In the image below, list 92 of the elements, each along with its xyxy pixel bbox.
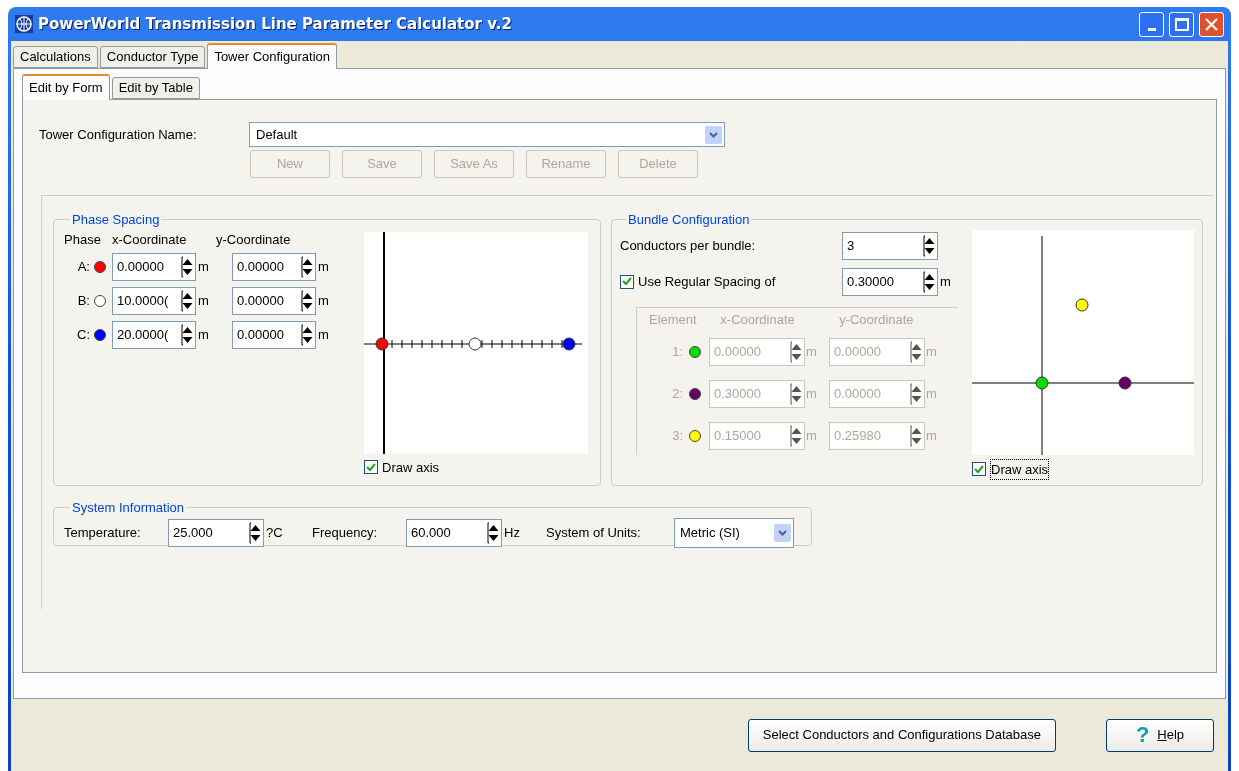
unit-label: ?C	[265, 523, 284, 542]
spin-field[interactable]: 0.00000	[232, 252, 316, 281]
check-icon	[974, 464, 984, 474]
spin-field[interactable]: 0.00000	[232, 286, 316, 315]
column-header: Element	[649, 310, 698, 329]
unit-label: m	[317, 325, 329, 344]
configuration-name-combo[interactable]: Default	[249, 122, 725, 147]
spinner-icon[interactable]	[910, 341, 922, 363]
spinner-icon[interactable]	[923, 234, 935, 257]
field-label: Temperature:	[64, 523, 142, 542]
close-button[interactable]	[1199, 11, 1224, 37]
group-title: Bundle Configuration	[627, 211, 751, 229]
unit-label: Hz	[503, 523, 521, 542]
checkbox[interactable]	[972, 462, 986, 477]
spin-field[interactable]: 25.000	[168, 518, 264, 547]
phase-label: A:	[76, 257, 90, 276]
element-marker	[1035, 376, 1049, 389]
check-icon	[622, 277, 632, 286]
phase-marker	[562, 337, 576, 350]
unit-label: m	[197, 325, 210, 344]
spinner-icon[interactable]	[181, 323, 193, 346]
unit-label: m	[805, 385, 818, 404]
group-title: Phase Spacing	[71, 211, 161, 229]
units-combo[interactable]: Metric (SI)	[674, 517, 794, 548]
spin-field[interactable]: 20.0000(	[112, 320, 196, 349]
spinner-icon[interactable]	[790, 383, 802, 405]
spin-field[interactable]: 0.00000	[112, 252, 196, 281]
checkbox[interactable]	[364, 460, 378, 475]
checkbox-label[interactable]: Draw axis	[990, 458, 1050, 480]
unit-label: m	[805, 343, 818, 362]
checkbox[interactable]	[620, 274, 634, 289]
unit-label: m	[197, 291, 210, 310]
spinner-icon[interactable]	[301, 289, 313, 312]
unit-label: m	[197, 257, 210, 276]
field-label: System of Units:	[546, 523, 642, 542]
element-label: 2:	[671, 385, 683, 404]
spinner-icon[interactable]	[790, 341, 802, 363]
minimize-button[interactable]	[1139, 11, 1164, 37]
element-marker	[1118, 376, 1132, 389]
tab[interactable]: Tower Configuration	[207, 43, 337, 69]
spin-field[interactable]: 3	[842, 231, 938, 260]
field-label: Tower Configuration Name:	[39, 125, 198, 144]
unit-label: m	[317, 291, 329, 310]
column-header: Phase	[64, 230, 102, 249]
window-title: PowerWorld Transmission Line Parameter Calculator v.2	[38, 13, 513, 35]
group-title: System Information	[71, 499, 185, 517]
field-label: Conductors per bundle:	[620, 236, 757, 255]
spinner-icon[interactable]	[181, 289, 193, 312]
help-button[interactable]: ? Help	[1106, 718, 1214, 752]
check-icon	[366, 462, 376, 472]
tab[interactable]: Conductor Type	[99, 46, 206, 68]
field-label: Frequency:	[312, 523, 379, 542]
column-header: y-Coordinate	[839, 310, 915, 329]
element-label: 3:	[671, 427, 683, 446]
phase-label: B:	[76, 291, 90, 310]
column-header: x-Coordinate	[720, 310, 796, 329]
unit-label: m	[805, 427, 818, 446]
close-icon	[1205, 17, 1218, 31]
column-header: x-Coordinate	[112, 230, 188, 249]
unit-label: m	[925, 427, 937, 446]
unit-label: m	[939, 272, 951, 291]
spin-field[interactable]: 60.000	[406, 518, 502, 547]
spinner-icon[interactable]	[301, 255, 313, 278]
column-header: y-Coordinate	[216, 230, 292, 249]
unit-label: m	[317, 257, 329, 276]
tab[interactable]: Edit by Form	[22, 74, 110, 100]
element-label: 1:	[671, 343, 683, 362]
spinner-icon[interactable]	[923, 270, 935, 293]
phase-marker	[468, 337, 482, 350]
spin-field[interactable]: 10.0000(	[112, 286, 196, 315]
spinner-icon[interactable]	[790, 425, 802, 447]
checkbox-label[interactable]: Draw axis	[382, 457, 440, 477]
spinner-icon[interactable]	[301, 323, 313, 346]
spinner-icon[interactable]	[487, 521, 499, 544]
spin-field[interactable]: 0.00000	[232, 320, 316, 349]
unit-label: m	[925, 385, 937, 404]
maximize-button[interactable]	[1169, 11, 1194, 37]
phase-marker	[375, 337, 389, 350]
database-button[interactable]: Select Conductors and Configurations Database	[747, 718, 1056, 752]
help-icon: ?	[1135, 724, 1150, 746]
spin-field[interactable]: 0.30000	[842, 267, 938, 296]
checkbox-label[interactable]: Use Regular Spacing of	[638, 271, 776, 292]
app-logo-icon	[15, 15, 33, 33]
spinner-icon[interactable]	[181, 255, 193, 278]
element-marker	[1075, 298, 1089, 311]
spinner-icon[interactable]	[249, 521, 261, 544]
spinner-icon[interactable]	[910, 425, 922, 447]
phase-label: C:	[76, 325, 90, 344]
unit-label: m	[925, 343, 937, 362]
spinner-icon[interactable]	[910, 383, 922, 405]
tab[interactable]: Calculations	[13, 46, 98, 68]
tab[interactable]: Edit by Table	[111, 77, 200, 99]
